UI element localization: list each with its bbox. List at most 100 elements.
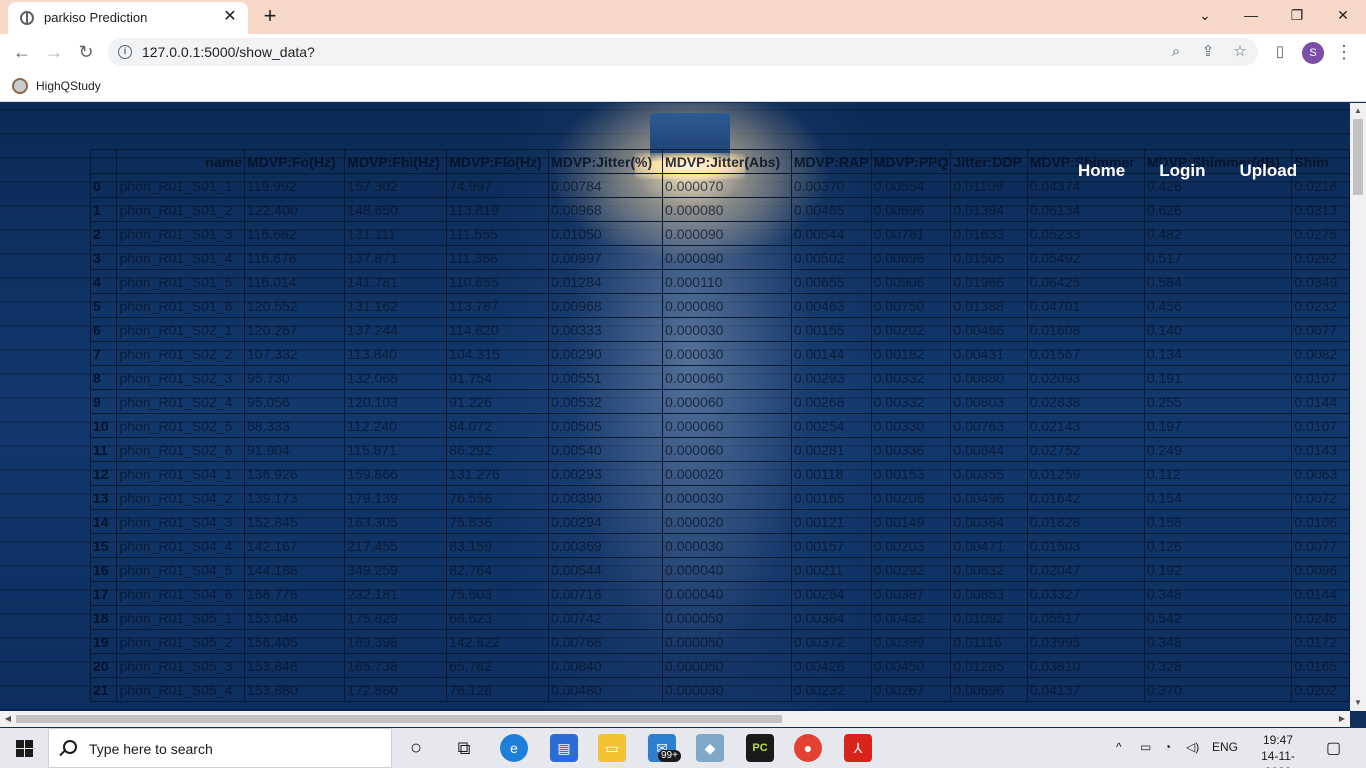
store-icon[interactable]: ▤ [550,734,578,762]
column-header: MDVP:Flo(Hz) [446,149,550,174]
nav-upload-link[interactable]: Upload [1240,161,1298,181]
horizontal-scrollbar[interactable]: ◀ ▶ [0,711,1350,727]
table-cell: 95.056 [243,389,346,414]
file-explorer-icon[interactable]: ▭ [598,734,626,762]
table-cell: 0.01966 [950,269,1028,294]
windows-logo-pane [16,749,24,757]
table-cell: 0.02093 [1026,365,1145,390]
minimize-button[interactable]: — [1228,0,1274,30]
vertical-scrollbar[interactable]: ▲ ▼ [1350,103,1366,711]
scroll-down-arrow-icon[interactable]: ▼ [1350,695,1366,711]
bookmark-highqstudy[interactable]: HighQStudy [12,76,101,96]
table-cell: 0.00292 [870,557,952,582]
row-index: 1 [89,197,118,222]
close-tab-icon[interactable]: ✕ [220,7,240,27]
table-cell: 0.01828 [1026,509,1145,534]
acrobat-icon[interactable]: ⅄ [844,734,872,762]
table-cell: 0.01092 [950,605,1028,630]
tab-search-icon[interactable]: ⌄ [1182,0,1228,30]
bookmark-star-icon[interactable]: ☆ [1230,42,1250,62]
browser-tab[interactable]: parkiso Prediction ✕ [8,2,248,34]
app-icon[interactable]: ◆ [696,734,724,762]
chrome-icon[interactable]: ● [794,734,822,762]
new-tab-button[interactable]: + [258,4,282,28]
table-cell: 74.997 [446,173,550,198]
table-cell: 0.000030 [662,677,792,702]
battery-icon[interactable]: ▭ [1140,740,1151,754]
horizontal-scroll-thumb[interactable] [16,715,782,723]
restore-button[interactable]: ❐ [1274,0,1320,30]
cortana-icon[interactable]: ○ [402,734,430,762]
table-cell: 0.00502 [790,245,872,270]
table-cell: 0.191 [1143,365,1293,390]
table-cell: 0.00466 [950,317,1028,342]
table-cell: 0.00121 [790,509,872,534]
system-clock[interactable]: 19:47 14-11-2022 [1250,732,1306,768]
row-index: 0 [89,173,118,198]
table-cell: 0.584 [1143,269,1293,294]
table-cell: 137.871 [344,245,448,270]
table-cell: 0.0292 [1291,245,1350,270]
globe-icon [20,11,34,25]
table-cell: 0.01503 [1026,533,1145,558]
table-cell: 113.840 [344,341,448,366]
table-cell: 0.01116 [950,629,1028,654]
scroll-up-arrow-icon[interactable]: ▲ [1350,103,1366,119]
side-panel-icon[interactable]: ▯ [1270,42,1290,62]
table-cell: 0.0313 [1291,197,1350,222]
profile-avatar[interactable]: S [1302,42,1324,64]
table-cell: 0.04701 [1026,293,1145,318]
table-cell: 0.00880 [950,365,1028,390]
tab-title: parkiso Prediction [44,10,148,25]
scroll-right-arrow-icon[interactable]: ▶ [1334,711,1350,727]
table-row: 16 phon_R01_S04_5 144.188 349.259 82.764 0.00… [89,557,1350,582]
language-indicator[interactable]: ENG [1212,740,1238,754]
start-button[interactable] [0,728,48,768]
table-cell: 0.03810 [1026,653,1145,678]
row-index: 5 [89,293,118,318]
table-cell: 0.00784 [548,173,664,198]
name-cell: phon_R01_S04_3 [116,509,245,534]
url-text[interactable]: 127.0.0.1:5000/show_data? [142,44,315,60]
notifications-icon[interactable]: ▢ [1326,738,1341,758]
table-cell: 120.267 [243,317,346,342]
wifi-icon[interactable]: ◔ [1164,740,1171,754]
table-cell: 153.046 [243,605,346,630]
table-cell: 0.0144 [1291,581,1350,606]
table-cell: 0.000050 [662,629,792,654]
table-cell: 0.0106 [1291,509,1350,534]
table-cell: 0.02143 [1026,413,1145,438]
scroll-left-arrow-icon[interactable]: ◀ [0,711,16,727]
share-icon[interactable]: ⇪ [1198,42,1218,62]
table-cell: 0.05233 [1026,221,1145,246]
windows-logo-icon [16,740,24,748]
forward-button[interactable]: → [40,38,68,66]
close-window-button[interactable]: ✕ [1320,0,1366,30]
table-cell: 0.0165 [1291,653,1350,678]
taskbar-search[interactable]: Type here to search [48,728,392,768]
table-cell: 0.00165 [790,485,872,510]
table-cell: 0.000060 [662,413,792,438]
nav-login-link[interactable]: Login [1159,161,1205,181]
back-button[interactable]: ← [8,38,36,66]
table-cell: 68.623 [446,605,550,630]
table-cell: 0.0172 [1291,629,1350,654]
vertical-scroll-thumb[interactable] [1353,119,1363,195]
table-cell: 76.556 [446,485,550,510]
show-hidden-icons[interactable]: ^ [1116,740,1122,754]
zoom-icon[interactable]: ⌕ [1166,42,1186,62]
reload-button[interactable]: ↻ [72,38,100,66]
menu-icon[interactable]: ⋮ [1334,38,1354,66]
table-cell: 0.542 [1143,605,1293,630]
table-cell: 0.01285 [950,653,1028,678]
row-index: 19 [89,629,118,654]
address-bar[interactable]: i 127.0.0.1:5000/show_data? ⌕ ⇪ ☆ [108,38,1258,66]
nav-home-link[interactable]: Home [1078,161,1125,181]
table-cell: 0.01394 [950,197,1028,222]
volume-icon[interactable]: ◁) [1186,740,1199,754]
table-cell: 111.366 [446,245,550,270]
pycharm-icon[interactable]: PC [746,734,774,762]
edge-icon[interactable]: e [500,734,528,762]
task-view-icon[interactable]: ⧉ [450,734,478,762]
site-info-icon[interactable]: i [118,45,132,59]
